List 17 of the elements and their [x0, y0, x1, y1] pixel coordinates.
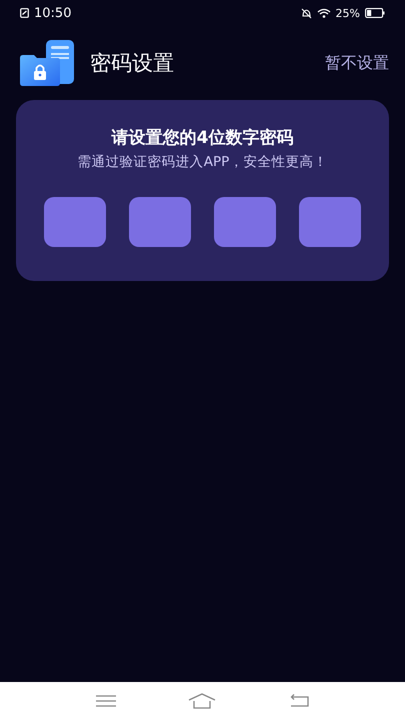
- page-title: 密码设置: [90, 50, 174, 77]
- battery-icon: [365, 8, 385, 18]
- pin-digit-box[interactable]: [214, 197, 276, 247]
- menu-icon: [96, 694, 116, 708]
- pin-digit-box[interactable]: [129, 197, 191, 247]
- muted-bell-icon: [300, 8, 312, 18]
- pin-digit-box[interactable]: [44, 197, 106, 247]
- sim-icon: [20, 8, 29, 18]
- wifi-icon: [316, 8, 331, 18]
- card-heading: 请设置您的4位数字密码: [112, 127, 294, 149]
- status-time: 10:50: [34, 6, 72, 20]
- pin-digit-box[interactable]: [299, 197, 361, 247]
- home-icon: [188, 693, 216, 709]
- back-icon: [288, 694, 309, 708]
- battery-percent: 25%: [336, 6, 360, 20]
- skip-button[interactable]: 暂不设置: [325, 52, 389, 74]
- card-hint: 需通过验证密码进入APP，安全性更高！: [78, 153, 328, 171]
